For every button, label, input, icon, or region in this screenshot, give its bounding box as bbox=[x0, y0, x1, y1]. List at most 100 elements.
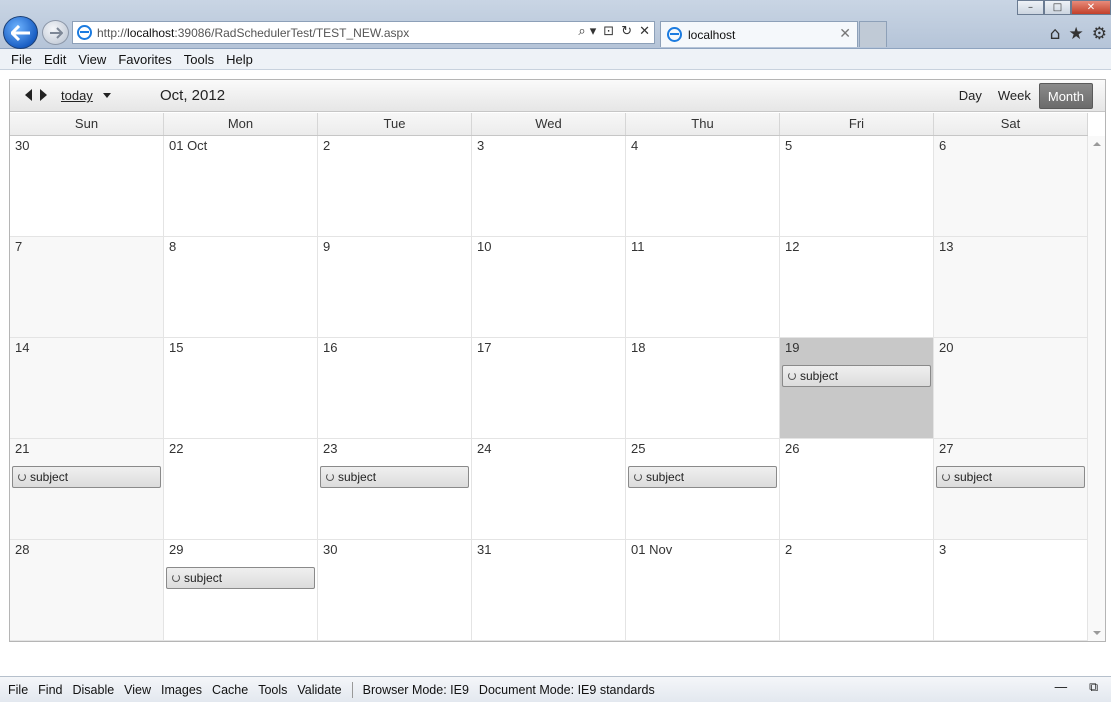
scroll-down-icon[interactable] bbox=[1093, 631, 1101, 635]
devtools-validate[interactable]: Validate bbox=[292, 683, 346, 697]
devtools-images[interactable]: Images bbox=[156, 683, 207, 697]
stop-icon[interactable]: ✕ bbox=[639, 24, 650, 39]
day-number[interactable]: 27 bbox=[939, 441, 953, 456]
document-mode-menu[interactable]: Document Mode: IE9 standards bbox=[474, 683, 660, 697]
devtools-minimize-icon[interactable]: — bbox=[1050, 680, 1073, 695]
menu-file[interactable]: File bbox=[5, 52, 38, 67]
forward-button[interactable] bbox=[42, 20, 69, 45]
day-number[interactable]: 13 bbox=[939, 239, 953, 254]
day-cell[interactable]: 21 subject bbox=[10, 439, 164, 540]
day-cell[interactable]: 17 bbox=[472, 338, 626, 439]
day-number[interactable]: 21 bbox=[15, 441, 29, 456]
day-number[interactable]: 2 bbox=[785, 542, 792, 557]
day-cell[interactable]: 7 bbox=[10, 237, 164, 338]
day-number[interactable]: 15 bbox=[169, 340, 183, 355]
day-number[interactable]: 01 Oct bbox=[169, 138, 207, 153]
day-number[interactable]: 29 bbox=[169, 542, 183, 557]
devtools-disable[interactable]: Disable bbox=[67, 683, 119, 697]
tab-close-icon[interactable]: ✕ bbox=[839, 26, 851, 42]
day-cell[interactable]: 2 bbox=[318, 136, 472, 237]
menu-view[interactable]: View bbox=[72, 52, 112, 67]
maximize-window-button[interactable]: □ bbox=[1044, 0, 1071, 15]
day-number[interactable]: 20 bbox=[939, 340, 953, 355]
search-dropdown-icon[interactable]: ⌕ ▾ bbox=[578, 24, 596, 39]
menu-help[interactable]: Help bbox=[220, 52, 259, 67]
scroll-up-icon[interactable] bbox=[1093, 142, 1101, 146]
day-cell[interactable]: 5 bbox=[780, 136, 934, 237]
day-number[interactable]: 28 bbox=[15, 542, 29, 557]
appointment[interactable]: subject bbox=[166, 567, 315, 589]
day-number[interactable]: 3 bbox=[477, 138, 484, 153]
day-number[interactable]: 3 bbox=[939, 542, 946, 557]
day-number[interactable]: 01 Nov bbox=[631, 542, 672, 557]
browser-mode-menu[interactable]: Browser Mode: IE9 bbox=[358, 683, 474, 697]
appointment[interactable]: subject bbox=[12, 466, 161, 488]
devtools-view[interactable]: View bbox=[119, 683, 156, 697]
day-cell[interactable]: 6 bbox=[934, 136, 1088, 237]
date-picker-dropdown-icon[interactable] bbox=[103, 93, 111, 98]
next-period-icon[interactable] bbox=[40, 89, 47, 101]
day-cell[interactable]: 28 bbox=[10, 540, 164, 641]
day-cell[interactable]: 19 subject bbox=[780, 338, 934, 439]
menu-favorites[interactable]: Favorites bbox=[112, 52, 177, 67]
day-cell[interactable]: 29 subject bbox=[164, 540, 318, 641]
day-number[interactable]: 2 bbox=[323, 138, 330, 153]
tab-day-view[interactable]: Day bbox=[951, 83, 990, 109]
back-button[interactable] bbox=[3, 16, 38, 49]
day-cell[interactable]: 14 bbox=[10, 338, 164, 439]
new-tab-button[interactable] bbox=[859, 21, 887, 47]
day-cell[interactable]: 15 bbox=[164, 338, 318, 439]
appointment[interactable]: subject bbox=[320, 466, 469, 488]
home-icon[interactable]: ⌂ bbox=[1050, 24, 1061, 44]
day-cell[interactable]: 30 bbox=[318, 540, 472, 641]
compatibility-view-icon[interactable]: ⊡ bbox=[603, 24, 614, 39]
day-number[interactable]: 5 bbox=[785, 138, 792, 153]
day-number[interactable]: 12 bbox=[785, 239, 799, 254]
day-cell[interactable]: 9 bbox=[318, 237, 472, 338]
day-cell[interactable]: 30 bbox=[10, 136, 164, 237]
day-number[interactable]: 24 bbox=[477, 441, 491, 456]
close-window-button[interactable]: ✕ bbox=[1071, 0, 1111, 15]
previous-period-icon[interactable] bbox=[25, 89, 32, 101]
appointment[interactable]: subject bbox=[782, 365, 931, 387]
day-number[interactable]: 11 bbox=[631, 239, 645, 254]
day-cell[interactable]: 22 bbox=[164, 439, 318, 540]
devtools-find[interactable]: Find bbox=[33, 683, 67, 697]
day-cell[interactable]: 16 bbox=[318, 338, 472, 439]
refresh-icon[interactable]: ↻ bbox=[621, 24, 632, 39]
day-cell[interactable]: 4 bbox=[626, 136, 780, 237]
day-number[interactable]: 6 bbox=[939, 138, 946, 153]
tab-week-view[interactable]: Week bbox=[990, 83, 1039, 109]
devtools-file[interactable]: File bbox=[3, 683, 33, 697]
menu-tools[interactable]: Tools bbox=[178, 52, 220, 67]
day-cell[interactable]: 12 bbox=[780, 237, 934, 338]
day-cell[interactable]: 8 bbox=[164, 237, 318, 338]
browser-tab[interactable]: localhost ✕ bbox=[660, 21, 858, 47]
menu-edit[interactable]: Edit bbox=[38, 52, 72, 67]
day-cell[interactable]: 18 bbox=[626, 338, 780, 439]
day-cell[interactable]: 2 bbox=[780, 540, 934, 641]
day-number[interactable]: 4 bbox=[631, 138, 638, 153]
day-number[interactable]: 8 bbox=[169, 239, 176, 254]
today-link[interactable]: today bbox=[61, 88, 93, 103]
favorites-star-icon[interactable]: ★ bbox=[1069, 24, 1084, 44]
day-cell[interactable]: 20 bbox=[934, 338, 1088, 439]
day-cell[interactable]: 24 bbox=[472, 439, 626, 540]
day-number[interactable]: 9 bbox=[323, 239, 330, 254]
day-cell[interactable]: 3 bbox=[934, 540, 1088, 641]
day-cell[interactable]: 25 subject bbox=[626, 439, 780, 540]
day-number[interactable]: 18 bbox=[631, 340, 645, 355]
day-cell[interactable]: 3 bbox=[472, 136, 626, 237]
day-cell[interactable]: 13 bbox=[934, 237, 1088, 338]
day-cell[interactable]: 27 subject bbox=[934, 439, 1088, 540]
day-cell[interactable]: 31 bbox=[472, 540, 626, 641]
day-number[interactable]: 22 bbox=[169, 441, 183, 456]
day-number[interactable]: 26 bbox=[785, 441, 799, 456]
devtools-undock-icon[interactable]: ⧉ bbox=[1084, 680, 1103, 695]
day-number[interactable]: 16 bbox=[323, 340, 337, 355]
address-bar[interactable]: http://localhost:39086/RadSchedulerTest/… bbox=[72, 21, 655, 44]
day-cell[interactable]: 10 bbox=[472, 237, 626, 338]
day-cell[interactable]: 11 bbox=[626, 237, 780, 338]
day-number[interactable]: 7 bbox=[15, 239, 22, 254]
tab-month-view[interactable]: Month bbox=[1038, 83, 1093, 109]
